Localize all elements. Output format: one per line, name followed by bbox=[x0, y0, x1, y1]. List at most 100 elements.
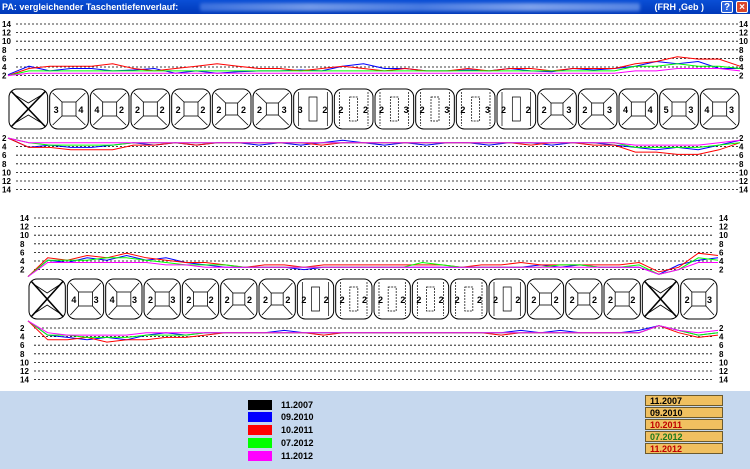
pocket-depth-number: 3 bbox=[444, 105, 449, 115]
pocket-depth-number: 2 bbox=[416, 295, 421, 305]
tooth bbox=[28, 278, 66, 320]
tooth: 22 bbox=[603, 278, 641, 320]
tooth: 23 bbox=[143, 278, 181, 320]
tooth: 23 bbox=[577, 88, 618, 130]
pocket-depth-number: 3 bbox=[485, 105, 490, 115]
tooth: 42 bbox=[89, 88, 130, 130]
tooth: 22 bbox=[130, 88, 171, 130]
pocket-depth-number: 2 bbox=[455, 295, 460, 305]
date-entry-0[interactable]: 11.2007 bbox=[645, 395, 723, 406]
date-entry-1[interactable]: 09.2010 bbox=[645, 407, 723, 418]
tooth: 22 bbox=[565, 278, 603, 320]
pocket-depth-number: 3 bbox=[566, 105, 571, 115]
pocket-depth-number: 2 bbox=[685, 295, 690, 305]
pocket-depth-number: 3 bbox=[170, 295, 175, 305]
pocket-depth-number: 3 bbox=[54, 105, 59, 115]
pocket-depth-number: 4 bbox=[623, 105, 628, 115]
y-tick-label: 2 bbox=[739, 72, 744, 81]
tooth: 34 bbox=[49, 88, 89, 130]
pocket-depth-chart: 14 1412 1210 108 86 64 42 22 24 46 68 810 1012 1214 14… bbox=[2, 20, 748, 385]
pocket-depth-number: 4 bbox=[78, 105, 83, 115]
pocket-depth-number: 2 bbox=[241, 105, 246, 115]
tooth bbox=[8, 88, 49, 130]
pocket-depth-number: 2 bbox=[257, 105, 262, 115]
y-tick-label: 2 bbox=[20, 266, 25, 275]
pocket-depth-number: 2 bbox=[322, 105, 327, 115]
tooth: 22 bbox=[335, 278, 373, 320]
legend-label: 11.2007 bbox=[281, 400, 314, 410]
pocket-depth-number: 3 bbox=[282, 105, 287, 115]
pocket-depth-number: 4 bbox=[94, 105, 99, 115]
tooth: 23 bbox=[455, 88, 496, 130]
date-entry-2[interactable]: 10.2011 bbox=[645, 419, 723, 430]
y-tick-label: 14 bbox=[2, 186, 11, 195]
tooth: 22 bbox=[496, 88, 537, 130]
tooth: 22 bbox=[450, 278, 488, 320]
pocket-depth-number: 2 bbox=[554, 295, 559, 305]
tooth: 22 bbox=[171, 88, 211, 130]
pocket-depth-number: 2 bbox=[531, 295, 536, 305]
pocket-depth-number: 2 bbox=[209, 295, 214, 305]
pocket-depth-number: 3 bbox=[688, 105, 693, 115]
pocket-depth-number: 2 bbox=[225, 295, 230, 305]
pocket-depth-number: 3 bbox=[607, 105, 612, 115]
pocket-depth-number: 2 bbox=[176, 105, 181, 115]
tooth: 23 bbox=[415, 88, 455, 130]
legend-label: 10.2011 bbox=[281, 425, 314, 435]
close-button[interactable]: × bbox=[736, 1, 748, 13]
pocket-depth-number: 2 bbox=[582, 105, 587, 115]
date-entry-4[interactable]: 11.2012 bbox=[645, 443, 723, 454]
bottom-panel: 11.2007 09.2010 10.2011 07.2012 11.2012 … bbox=[0, 391, 750, 469]
pocket-depth-number: 2 bbox=[420, 105, 425, 115]
pocket-depth-number: 2 bbox=[135, 105, 140, 115]
pocket-depth-number: 2 bbox=[340, 295, 345, 305]
tooth: 22 bbox=[296, 278, 335, 320]
help-button[interactable]: ? bbox=[721, 1, 733, 13]
tooth: 22 bbox=[488, 278, 526, 320]
tooth: 22 bbox=[258, 278, 296, 320]
pocket-depth-number: 3 bbox=[132, 295, 137, 305]
pocket-depth-number: 3 bbox=[298, 105, 303, 115]
tooth bbox=[641, 278, 680, 320]
pocket-depth-number: 2 bbox=[608, 295, 613, 305]
window-title: PA: vergleichender Taschentiefenverlauf: bbox=[2, 2, 179, 12]
pocket-depth-number: 5 bbox=[664, 105, 669, 115]
pocket-depth-number: 4 bbox=[648, 105, 653, 115]
pocket-depth-number: 2 bbox=[592, 295, 597, 305]
pocket-depth-number: 2 bbox=[216, 105, 221, 115]
pocket-depth-number: 2 bbox=[378, 295, 383, 305]
pocket-depth-number: 3 bbox=[94, 295, 99, 305]
pocket-depth-number: 2 bbox=[148, 295, 153, 305]
tooth: 22 bbox=[181, 278, 220, 320]
y-tick-label: 14 bbox=[20, 376, 29, 385]
pocket-depth-number: 2 bbox=[439, 295, 444, 305]
y-tick-label: 14 bbox=[719, 376, 728, 385]
pocket-depth-number: 2 bbox=[630, 295, 635, 305]
redacted-patient-info bbox=[200, 3, 640, 11]
pocket-depth-number: 3 bbox=[404, 105, 409, 115]
pocket-depth-number: 2 bbox=[526, 105, 531, 115]
tooth: 43 bbox=[66, 278, 105, 320]
pocket-depth-number: 2 bbox=[515, 295, 520, 305]
y-tick-label: 2 bbox=[2, 72, 7, 81]
legend-swatch-3 bbox=[248, 438, 272, 448]
legend-label: 07.2012 bbox=[281, 438, 314, 448]
date-entry-3[interactable]: 07.2012 bbox=[645, 431, 723, 442]
pocket-depth-number: 3 bbox=[729, 105, 734, 115]
tooth: 22 bbox=[211, 88, 252, 130]
pocket-depth-number: 2 bbox=[301, 295, 306, 305]
tooth: 32 bbox=[293, 88, 333, 130]
tooth: 43 bbox=[105, 278, 143, 320]
window-title-suffix: (FRH ,Geb ) bbox=[654, 2, 705, 12]
pocket-depth-number: 3 bbox=[707, 295, 712, 305]
pocket-depth-number: 2 bbox=[379, 105, 384, 115]
tooth: 22 bbox=[373, 278, 411, 320]
legend-swatch-0 bbox=[248, 400, 272, 410]
legend-swatch-4 bbox=[248, 451, 272, 461]
legend-label: 11.2012 bbox=[281, 451, 314, 461]
pocket-depth-number: 2 bbox=[570, 295, 575, 305]
tooth: 22 bbox=[411, 278, 450, 320]
tooth: 43 bbox=[699, 88, 740, 130]
pocket-depth-number: 2 bbox=[477, 295, 482, 305]
y-tick-label: 2 bbox=[719, 266, 724, 275]
